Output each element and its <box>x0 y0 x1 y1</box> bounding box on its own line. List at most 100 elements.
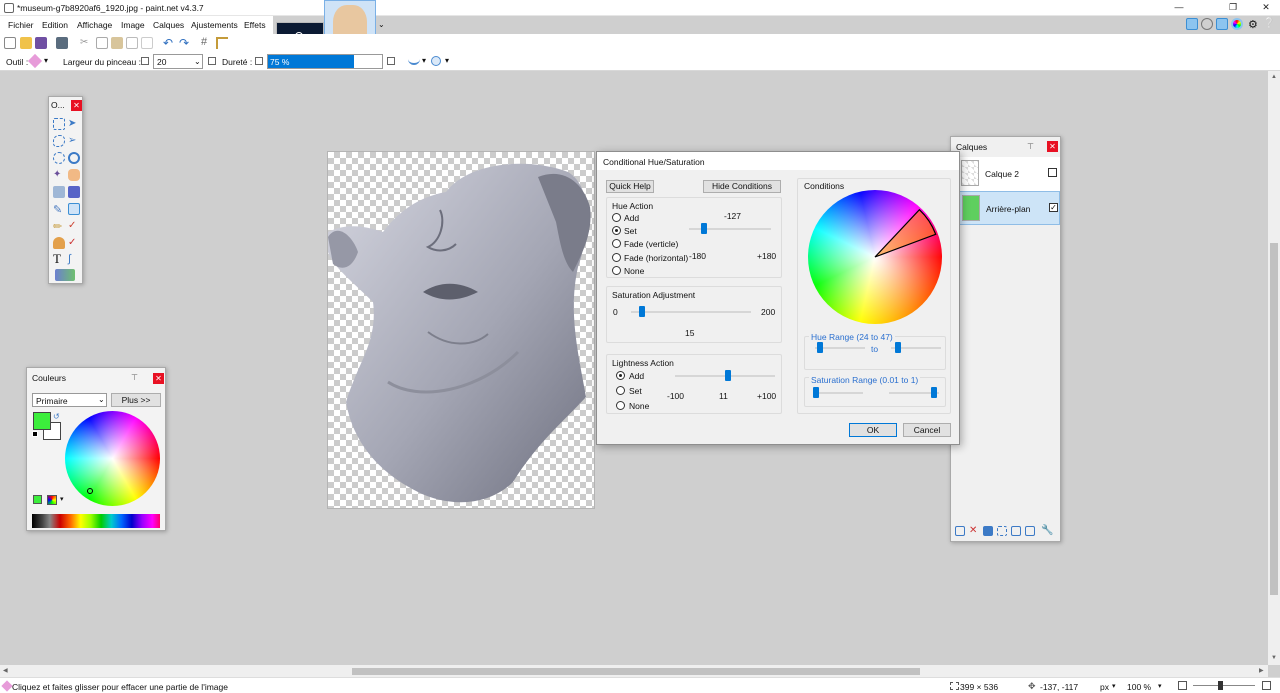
colors-window-toggle-icon[interactable] <box>1231 18 1243 30</box>
lightness-set-radio[interactable] <box>616 386 625 395</box>
menu-effets[interactable]: Effets <box>244 20 266 30</box>
print-icon[interactable] <box>56 37 68 49</box>
color-wheel[interactable] <box>65 411 160 506</box>
tools-panel-close-button[interactable]: ✕ <box>71 100 82 111</box>
layer-properties-icon[interactable]: 🔧 <box>1041 525 1053 536</box>
units-dropdown-icon[interactable]: ▾ <box>1112 682 1116 690</box>
menu-fichier[interactable]: Fichier <box>8 20 34 30</box>
grid-icon[interactable]: # <box>201 36 207 48</box>
menu-image[interactable]: Image <box>121 20 145 30</box>
lasso-select-icon[interactable] <box>53 135 65 147</box>
layer-visibility-checkbox-checked[interactable]: ✓ <box>1049 203 1058 212</box>
zoom-dropdown-icon[interactable]: ▾ <box>1158 682 1162 690</box>
deselect-icon[interactable] <box>141 37 153 49</box>
hardness-minus-icon[interactable] <box>255 57 263 65</box>
eraser-icon[interactable] <box>68 203 80 215</box>
saturation-range-min-thumb[interactable] <box>813 387 819 398</box>
hue-none-radio[interactable] <box>612 266 621 275</box>
horizontal-scrollbar[interactable]: ◀ ▶ <box>0 665 1268 677</box>
hide-conditions-button[interactable]: Hide Conditions <box>703 180 781 193</box>
undo-icon[interactable]: ↶ <box>163 36 173 50</box>
redo-icon[interactable]: ↷ <box>179 36 189 50</box>
hue-fade-verticle-radio[interactable] <box>612 239 621 248</box>
saturation-slider-track[interactable] <box>631 311 751 313</box>
add-to-palette-icon[interactable] <box>33 495 42 504</box>
lightness-add-radio[interactable] <box>616 371 625 380</box>
scroll-down-icon[interactable]: ▼ <box>1271 655 1277 661</box>
brush-width-minus-icon[interactable] <box>141 57 149 65</box>
tools-window-toggle-icon[interactable] <box>1186 18 1198 30</box>
move-layer-down-icon[interactable] <box>1025 526 1035 536</box>
zoom-fit-icon[interactable] <box>1178 681 1187 690</box>
layer-row[interactable]: Arrière-plan ✓ <box>959 191 1060 225</box>
cut-icon[interactable]: ✂ <box>80 37 92 49</box>
brush-width-combo[interactable]: 20 ⌄ <box>153 54 203 69</box>
new-file-icon[interactable] <box>4 37 16 49</box>
help-icon[interactable]: ❔ <box>1263 18 1275 29</box>
vertical-scrollbar-thumb[interactable] <box>1270 243 1278 595</box>
ruler-icon[interactable] <box>216 37 228 49</box>
duplicate-layer-icon[interactable] <box>983 526 993 536</box>
saturation-range-max-thumb[interactable] <box>931 387 937 398</box>
move-selection-icon[interactable]: ➢ <box>68 135 80 147</box>
merge-layer-icon[interactable] <box>997 526 1007 536</box>
saturation-slider-thumb[interactable] <box>639 306 645 317</box>
menu-calques[interactable]: Calques <box>153 20 184 30</box>
pencil-icon[interactable]: ✏ <box>53 220 65 233</box>
hue-add-radio[interactable] <box>612 213 621 222</box>
zoom-slider-thumb[interactable] <box>1218 681 1223 690</box>
close-window-button[interactable]: ✕ <box>1255 1 1277 14</box>
paint-bucket-icon[interactable] <box>53 186 65 198</box>
save-icon[interactable] <box>35 37 47 49</box>
menu-edition[interactable]: Edition <box>42 20 68 30</box>
rectangle-select-icon[interactable] <box>53 118 65 130</box>
blend-mode-icon[interactable] <box>431 56 441 66</box>
brush-width-plus-icon[interactable] <box>208 57 216 65</box>
tabs-dropdown-icon[interactable]: ⌄ <box>378 20 385 29</box>
recolor-icon[interactable]: ✓ <box>68 237 80 249</box>
settings-gear-icon[interactable]: ⚙ <box>1248 18 1258 31</box>
pan-hand-icon[interactable] <box>68 169 80 181</box>
color-palette[interactable] <box>32 514 160 528</box>
history-window-toggle-icon[interactable] <box>1201 18 1213 30</box>
layers-panel-close-button[interactable]: ✕ <box>1047 141 1058 152</box>
magic-wand-icon[interactable]: ✦ <box>53 169 65 181</box>
crop-to-selection-icon[interactable] <box>126 37 138 49</box>
brush-width-dropdown-icon[interactable]: ⌄ <box>194 57 201 66</box>
eraser-tool-icon[interactable] <box>27 53 43 69</box>
text-icon[interactable]: T <box>53 252 65 265</box>
menu-ajustements[interactable]: Ajustements <box>191 20 238 30</box>
palette-menu-icon[interactable] <box>47 495 57 505</box>
clone-stamp-icon[interactable] <box>53 237 65 249</box>
lightness-none-radio[interactable] <box>616 401 625 410</box>
scroll-up-icon[interactable]: ▲ <box>1271 74 1277 80</box>
hue-slider-thumb[interactable] <box>701 223 707 234</box>
tool-dropdown-icon[interactable]: ▾ <box>44 56 48 65</box>
layer-row[interactable]: Calque 2 <box>959 157 1060 191</box>
colors-panel-close-button[interactable]: ✕ <box>153 373 164 384</box>
delete-layer-icon[interactable]: ✕ <box>969 526 977 536</box>
primary-color-swatch[interactable] <box>33 412 51 430</box>
blend-mode-dropdown-icon[interactable]: ▾ <box>445 56 449 65</box>
cancel-button[interactable]: Cancel <box>903 423 951 437</box>
color-mode-select[interactable]: Primaire ⌄ <box>32 393 107 407</box>
scroll-right-icon[interactable]: ▶ <box>1259 667 1264 674</box>
paintbrush-icon[interactable]: ✎ <box>53 203 65 216</box>
move-layer-up-icon[interactable] <box>1011 526 1021 536</box>
hue-range-min-thumb[interactable] <box>817 342 823 353</box>
reset-colors-icon[interactable] <box>32 431 38 437</box>
layers-window-toggle-icon[interactable] <box>1216 18 1228 30</box>
layer-visibility-checkbox[interactable] <box>1048 168 1057 177</box>
scroll-left-icon[interactable]: ◀ <box>3 667 8 674</box>
menu-affichage[interactable]: Affichage <box>77 20 112 30</box>
quick-help-button[interactable]: Quick Help <box>606 180 654 193</box>
hue-fade-horizontal-radio[interactable] <box>612 253 621 262</box>
palette-dropdown-icon[interactable]: ▾ <box>60 495 64 503</box>
lightness-slider-thumb[interactable] <box>725 370 731 381</box>
shapes-icon[interactable] <box>55 269 75 281</box>
hue-range-max-thumb[interactable] <box>895 342 901 353</box>
maximize-button[interactable]: ❐ <box>1222 1 1244 14</box>
hue-set-radio[interactable] <box>612 226 621 235</box>
image-canvas[interactable] <box>327 151 595 509</box>
zoom-value[interactable]: 100 % <box>1127 682 1151 692</box>
